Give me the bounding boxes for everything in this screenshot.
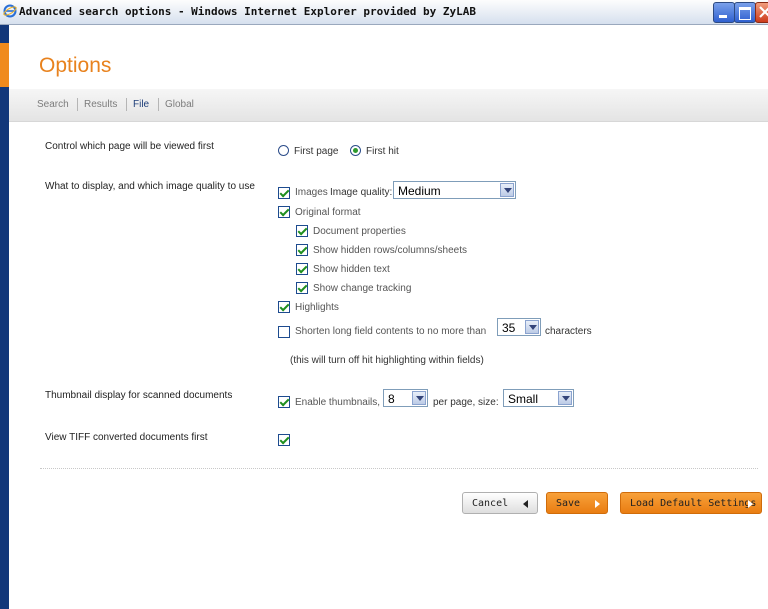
page-title: Options [39,54,112,77]
thumbnail-size-value: Small [508,392,539,406]
window-titlebar: Advanced search options - Windows Intern… [0,0,768,25]
change-tracking-checkbox[interactable] [296,282,308,294]
chevron-down-icon [525,320,539,334]
tab-divider [126,98,127,111]
tab-search[interactable]: Search [37,99,69,110]
close-button[interactable] [755,2,768,23]
radio-first-hit[interactable] [350,145,361,156]
thumbnail-label: Thumbnail display for scanned documents [45,390,233,401]
enable-thumbnails-label: Enable thumbnails, [295,397,381,408]
hidden-rows-label: Show hidden rows/columns/sheets [313,245,467,256]
original-format-label: Original format [295,207,361,218]
shorten-fields-label: Shorten long field contents to no more t… [295,326,487,337]
image-quality-select[interactable]: Medium [393,181,516,199]
window-title: Advanced search options - Windows Intern… [19,5,476,18]
options-tabs: Search Results File Global [9,89,768,122]
images-checkbox[interactable] [278,187,290,199]
highlights-label: Highlights [295,302,339,313]
document-properties-label: Document properties [313,226,406,237]
radio-first-hit-label: First hit [366,146,399,157]
image-quality-value: Medium [398,184,441,198]
first-page-label: Control which page will be viewed first [45,141,214,152]
left-frame-bar [0,25,9,609]
radio-first-page[interactable] [278,145,289,156]
thumbnail-size-select[interactable]: Small [503,389,574,407]
tab-divider [158,98,159,111]
close-icon [759,6,768,18]
hidden-rows-checkbox[interactable] [296,244,308,256]
per-page-label: per page, size: [433,397,499,408]
header-accent-bar [0,43,9,87]
internet-explorer-icon [3,4,17,18]
hidden-text-checkbox[interactable] [296,263,308,275]
section-divider [40,468,758,469]
document-properties-checkbox[interactable] [296,225,308,237]
tiff-label: View TIFF converted documents first [45,432,208,443]
radio-first-page-label: First page [294,146,339,157]
load-default-settings-label: Load Default Settings [630,498,757,509]
cancel-button[interactable]: Cancel [462,492,538,514]
change-tracking-label: Show change tracking [313,283,412,294]
shorten-note: (this will turn off hit highlighting wit… [290,355,484,366]
tab-global[interactable]: Global [165,99,194,110]
display-label: What to display, and which image quality… [45,181,255,192]
minimize-icon [719,15,727,18]
image-quality-label: Image quality: [330,187,393,198]
highlights-checkbox[interactable] [278,301,290,313]
thumbnails-per-page-select[interactable]: 8 [383,389,428,407]
chevron-down-icon [412,391,426,405]
thumbnails-per-page-value: 8 [388,392,395,406]
radio-selected-dot [353,148,358,153]
tiff-first-checkbox[interactable] [278,434,290,446]
load-default-settings-button[interactable]: Load Default Settings [620,492,762,514]
shorten-fields-checkbox[interactable] [278,326,290,338]
chevron-down-icon [558,391,572,405]
original-format-checkbox[interactable] [278,206,290,218]
enable-thumbnails-checkbox[interactable] [278,396,290,408]
save-button-label: Save [556,498,581,509]
shorten-length-value: 35 [502,321,516,335]
page-header: Options [9,25,768,89]
tab-file[interactable]: File [133,99,149,110]
characters-label: characters [545,326,592,337]
chevron-down-icon [500,183,514,197]
save-button[interactable]: Save [546,492,608,514]
shorten-length-select[interactable]: 35 [497,318,541,336]
tab-results[interactable]: Results [84,99,117,110]
arrow-right-icon [595,500,600,508]
arrow-left-icon [523,500,528,508]
images-label: Images [295,187,328,198]
hidden-text-label: Show hidden text [313,264,390,275]
arrow-right-icon [748,500,753,508]
cancel-button-label: Cancel [472,498,509,509]
maximize-icon [739,7,751,20]
tab-divider [77,98,78,111]
maximize-button[interactable] [734,2,756,23]
minimize-button[interactable] [713,2,735,23]
